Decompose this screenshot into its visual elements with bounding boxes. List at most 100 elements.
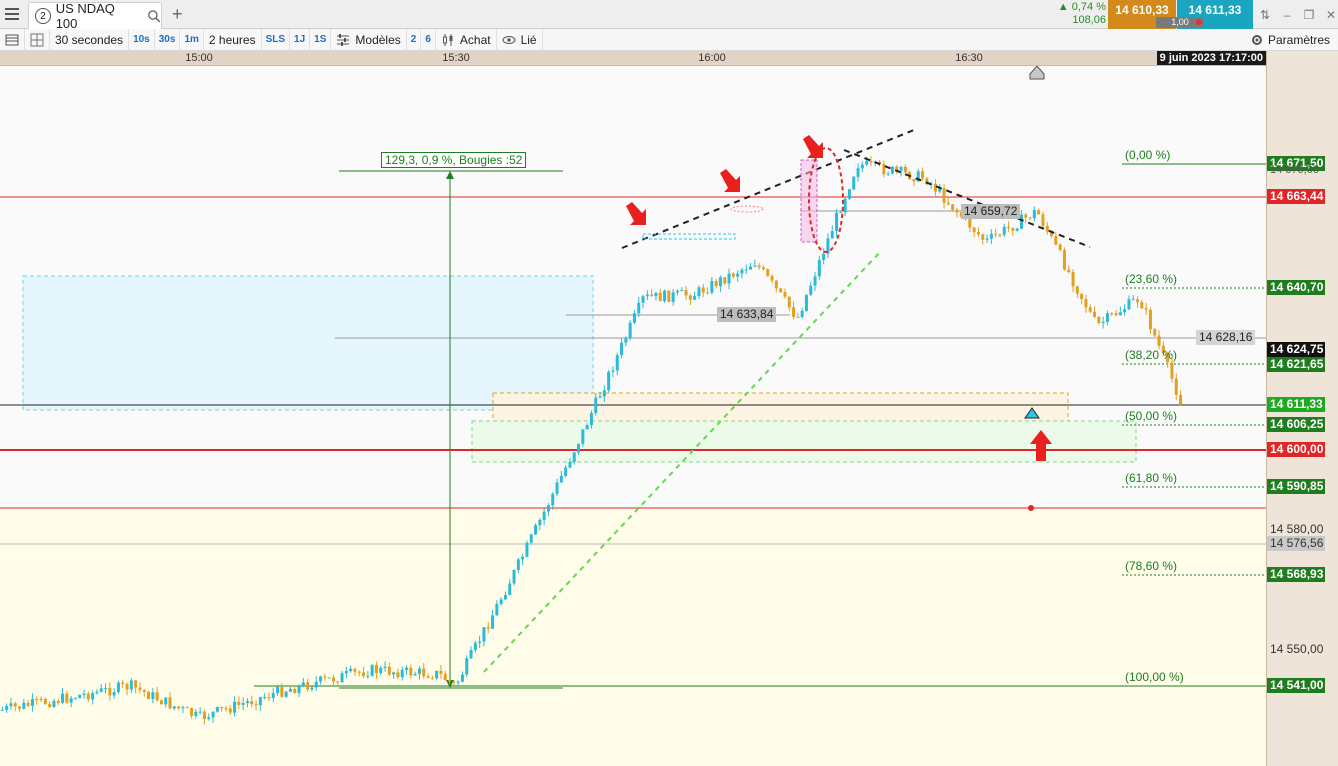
candle-body bbox=[473, 642, 477, 651]
candle-body bbox=[697, 287, 701, 297]
candle-body bbox=[61, 693, 65, 703]
price-tick-label: 14 550,00 bbox=[1270, 642, 1324, 656]
candle-body bbox=[650, 294, 654, 297]
candle-body bbox=[224, 708, 228, 710]
candle-body bbox=[1101, 321, 1105, 323]
candle-body bbox=[1110, 313, 1114, 315]
models-button[interactable]: Modèles bbox=[331, 28, 407, 51]
fib-label: (50,00 %) bbox=[1125, 409, 1178, 423]
preset-2-button[interactable]: 2 bbox=[407, 28, 422, 51]
wedge-lower-line[interactable] bbox=[843, 149, 1091, 248]
candle-body bbox=[727, 273, 731, 284]
range-1j-button[interactable]: 1J bbox=[290, 28, 311, 51]
interval-30s-button[interactable]: 30s bbox=[155, 28, 181, 51]
candle-body bbox=[194, 711, 198, 717]
candle-body bbox=[465, 658, 469, 675]
scroll-arrows-icon[interactable]: ⇅ bbox=[1257, 7, 1273, 23]
candle-body bbox=[981, 234, 985, 240]
candle-body bbox=[177, 706, 181, 709]
candle-body bbox=[688, 295, 692, 300]
price-chart[interactable] bbox=[0, 66, 1266, 766]
restore-icon[interactable]: ❐ bbox=[1301, 7, 1317, 23]
menu-icon[interactable] bbox=[4, 6, 20, 22]
highlight-ellipse[interactable] bbox=[730, 205, 764, 213]
chart-plot-area[interactable] bbox=[0, 66, 1266, 766]
grid-icon[interactable] bbox=[25, 28, 50, 51]
candle-body bbox=[1019, 214, 1023, 229]
candle-body bbox=[525, 542, 529, 557]
candle-body bbox=[1058, 244, 1062, 251]
add-tab-icon[interactable]: + bbox=[172, 5, 183, 23]
candle-body bbox=[220, 706, 224, 709]
candle-body bbox=[310, 687, 314, 690]
candle-body bbox=[0, 709, 4, 711]
candle-body bbox=[654, 292, 658, 297]
buy-label: Achat bbox=[459, 32, 491, 47]
candle-body bbox=[667, 290, 671, 303]
range-selector[interactable]: 2 heures bbox=[204, 28, 262, 51]
candle-body bbox=[370, 665, 374, 676]
candle-body bbox=[344, 671, 348, 674]
candle-body bbox=[1062, 250, 1066, 270]
candle-body bbox=[1170, 362, 1174, 379]
order-dot-icon[interactable] bbox=[1028, 505, 1034, 511]
candle-body bbox=[56, 700, 60, 703]
range-1s-button[interactable]: 1S bbox=[310, 28, 332, 51]
candle-body bbox=[624, 338, 628, 343]
candle-body bbox=[736, 273, 740, 277]
layout-icon[interactable] bbox=[0, 28, 25, 51]
sls-button[interactable]: SLS bbox=[262, 28, 291, 51]
link-button[interactable]: Lié bbox=[497, 28, 543, 51]
fib-label: (78,60 %) bbox=[1125, 559, 1178, 573]
cursor-date-label: 9 juin 2023 17:17:00 bbox=[1156, 51, 1266, 65]
candle-body bbox=[293, 688, 297, 694]
minimize-icon[interactable]: – bbox=[1279, 7, 1295, 23]
candle-body bbox=[718, 277, 722, 287]
settings-icon bbox=[1251, 35, 1262, 45]
candle-body bbox=[503, 594, 507, 600]
candle-body bbox=[349, 668, 353, 672]
interval-1m-button[interactable]: 1m bbox=[180, 28, 204, 51]
candle-body bbox=[138, 687, 142, 690]
instrument-tab[interactable]: 2 US NDAQ 100 bbox=[28, 1, 162, 31]
support-zone-orange[interactable] bbox=[492, 392, 1069, 423]
close-icon[interactable]: ✕ bbox=[1323, 7, 1338, 23]
candle-body bbox=[460, 674, 464, 682]
candle-body bbox=[353, 668, 357, 672]
candle-body bbox=[5, 706, 9, 710]
time-axis: 15:00 15:30 16:00 16:30 9 juin 2023 17:1… bbox=[0, 51, 1266, 66]
candle-body bbox=[912, 179, 916, 182]
candle-body bbox=[211, 711, 215, 718]
candle-body bbox=[104, 687, 108, 689]
interval-10s-button[interactable]: 10s bbox=[129, 28, 155, 51]
candle-body bbox=[680, 290, 684, 292]
candle-body bbox=[198, 711, 202, 713]
candle-body bbox=[267, 697, 271, 699]
demand-zone-rectangle[interactable] bbox=[22, 275, 594, 411]
candle-body bbox=[22, 702, 26, 709]
candle-body bbox=[1140, 302, 1144, 309]
candle-body bbox=[1118, 312, 1122, 316]
candle-body bbox=[134, 680, 138, 688]
candle-body bbox=[1075, 286, 1079, 294]
buy-button[interactable]: Achat bbox=[436, 28, 497, 51]
search-icon[interactable] bbox=[147, 9, 161, 23]
price-label-fib-100: 14 541,00 bbox=[1267, 678, 1325, 693]
interval-selector[interactable]: 30 secondes bbox=[50, 28, 130, 51]
fib-label: (100,00 %) bbox=[1125, 670, 1184, 684]
candle-body bbox=[890, 166, 894, 174]
candle-body bbox=[774, 280, 778, 289]
candle-body bbox=[486, 627, 490, 629]
spread-dot-icon bbox=[1196, 19, 1202, 25]
home-marker-icon[interactable] bbox=[1029, 66, 1045, 80]
candle-body bbox=[1179, 394, 1183, 405]
wedge-upper-line[interactable] bbox=[621, 129, 915, 249]
candle-body bbox=[701, 287, 705, 293]
settings-button[interactable]: Paramètres bbox=[1250, 29, 1330, 51]
candle-body bbox=[426, 676, 430, 678]
candle-body bbox=[740, 269, 744, 274]
daily-change: ▲ 0,74 % 108,06 bbox=[1048, 0, 1106, 29]
preset-6-button[interactable]: 6 bbox=[421, 28, 436, 51]
candle-body bbox=[620, 342, 624, 356]
candle-body bbox=[254, 704, 258, 706]
